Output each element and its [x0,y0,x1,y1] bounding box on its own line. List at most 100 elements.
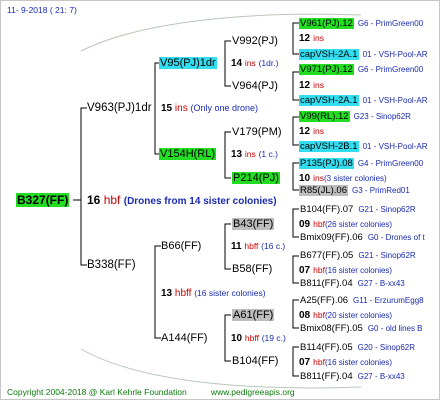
g4-note: (19 c.) [261,333,286,343]
leaf-id: Bmix08(FF).05 [300,323,363,334]
node-gg4[interactable]: P214(PJ) [232,171,280,185]
g2-id: V154H(RL) [159,148,217,160]
leaf-gen-suffix: hbf [313,310,325,320]
p2-suf: hbff [174,288,192,299]
leaf-row[interactable]: B811(FF).04 G27 - B-xx43 [299,276,405,291]
leaf-id: V99(RL).12 [299,111,350,122]
leaf-row[interactable]: B811(FF).04 G27 - B-xx43 [299,369,405,384]
node-gg1[interactable]: V992(PJ) [232,34,278,48]
g1-note: (1dr.) [258,58,279,68]
leaf-row[interactable]: B677(FF).05 G21 - Sinop62R [299,248,416,263]
gg5-id: B43(FF) [232,218,275,230]
leaf-id: B114(FF).05 [300,342,353,353]
leaf-id: B104(FF).07 [300,204,354,215]
leaf-gen-num: 12 [299,33,311,44]
node-gg2[interactable]: V964(PJ) [232,79,278,93]
leaf-id: B811(FF).04 [300,278,353,289]
leaf-row[interactable]: capVSH-2A.1 01 - VSH-Pool-AR [299,93,427,108]
leaf-row[interactable]: B104(FF).07 G21 - Sinop62R [299,202,416,217]
root-gen-suffix: hbf [103,193,121,207]
leaf-row[interactable]: 07 hbf(16 sister colonies) [299,355,392,370]
node-gg6[interactable]: B58(FF) [232,262,272,276]
g2-num: 13 [231,149,243,160]
pedigree-chart: { "header": { "date": "11- 9-2018 ( 21: … [0,0,440,400]
leaf-row[interactable]: V961(PJ).12 G6 - PrimGreen00 [299,16,423,31]
leaf-row[interactable]: R85(JL).06 G3 - PrimRed01 [299,183,410,198]
leaf-gen-num: 07 [299,265,311,276]
leaf-id: A25(FF).06 [300,295,349,306]
node-g4[interactable]: A144(FF) [161,331,207,345]
node-gg5[interactable]: B43(FF) [232,217,275,231]
p1-num: 15 [161,103,173,114]
leaf-note: (3 sister colonies) [324,174,387,183]
leaf-info: 01 - VSH-Pool-AR [362,96,428,105]
leaf-id: V971(PJ).12 [299,64,354,75]
leaf-gen-num: 07 [299,357,311,368]
leaf-info: 01 - VSH-Pool-AR [362,50,428,59]
root-note: (Drones from 14 sister colonies) [123,196,277,207]
leaf-gen-suffix: hbf [313,219,325,229]
leaf-row[interactable]: V99(RL).12 G23 - Sinop62R [299,109,411,124]
leaf-info: G6 - PrimGreen00 [357,19,424,28]
leaf-gen-suffix: ins [313,80,324,90]
node-p1-gen: 15 ins (Only one drone) [161,101,258,116]
leaf-note: (20 sister colonies) [324,311,393,320]
leaf-info: G27 - B-xx43 [357,372,405,381]
node-p1[interactable]: V963(PJ)1dr [87,101,152,115]
node-p2[interactable]: B338(FF) [87,258,136,272]
leaf-id: B811(FF).04 [300,371,353,382]
g1-num: 14 [231,58,243,69]
g4-num: 10 [231,333,243,344]
leaf-id: B677(FF).05 [300,250,354,261]
node-gg7[interactable]: A61(FF) [232,308,275,322]
leaf-info: G6 - PrimGreen00 [357,65,424,74]
leaf-gen-num: 09 [299,219,311,230]
leaf-note: (16 sister colonies) [324,358,393,367]
leaf-info: 01 - VSH-Pool-AR [362,142,428,151]
leaf-info: G0 - old lines B [367,324,423,333]
leaf-row[interactable]: capVSH-2B.1 01 - VSH-Pool-AR [299,139,427,154]
g2-note: (1 c.) [258,149,278,159]
leaf-info: G11 - ErzurumEgg8 [353,296,424,305]
p2-num: 13 [161,288,173,299]
leaf-id: Bmix09(FF).06 [300,232,363,243]
p1-suf: ins [174,103,188,114]
leaf-info: G27 - B-xx43 [357,279,405,288]
g1-id: V95(PJ)1dr [159,57,217,69]
leaf-row[interactable]: capVSH-2A.1 01 - VSH-Pool-AR [299,47,427,62]
site-link[interactable]: www.pedigreeapis.org [211,385,295,399]
leaf-info: G20 - Sinop62R [357,343,415,352]
leaf-row[interactable]: V971(PJ).12 G6 - PrimGreen00 [299,62,423,77]
leaf-gen-num: 08 [299,310,311,321]
leaf-gen-num: 12 [299,126,311,137]
g3-num: 11 [231,241,242,252]
root-node[interactable]: B327(FF) [16,193,70,207]
leaf-row[interactable]: 12 ins [299,78,324,93]
node-g3-gen: 11 hbff (16 c.) [231,239,285,254]
leaf-id: capVSH-2B.1 [299,141,359,152]
leaf-info: G0 - Drones of t [367,233,425,242]
leaf-info: G3 - PrimRed01 [352,186,410,195]
node-gg8[interactable]: B104(FF) [232,354,278,368]
leaf-info: G23 - Sinop62R [353,112,411,121]
leaf-row[interactable]: B114(FF).05 G20 - Sinop62R [299,340,415,355]
leaf-row[interactable]: A25(FF).06 G11 - ErzurumEgg8 [299,293,424,308]
leaf-info: G21 - Sinop62R [358,205,416,214]
leaf-row[interactable]: Bmix09(FF).06 G0 - Drones of t [299,230,425,245]
date-stamp: 11- 9-2018 ( 21: 7) [7,5,77,15]
node-g3[interactable]: B66(FF) [161,239,201,253]
leaf-row[interactable]: 12 ins [299,31,324,46]
node-g1-gen: 14 ins (1dr.) [231,56,278,71]
leaf-row[interactable]: 12 ins [299,124,324,139]
node-gg3[interactable]: V179(PM) [232,125,282,139]
p1-note: (Only one drone) [190,103,259,113]
leaf-gen-suffix: hbf [313,265,325,275]
node-g2-gen: 13 ins (1 c.) [231,147,278,162]
leaf-row[interactable]: P135(PJ).08 G4 - PrimGreen00 [299,156,423,171]
node-g4-gen: 10 hbff (19 c.) [231,331,286,346]
node-g1[interactable]: V95(PJ)1dr [159,56,217,70]
leaf-row[interactable]: Bmix08(FF).05 G0 - old lines B [299,321,423,336]
node-g2[interactable]: V154H(RL) [159,147,217,161]
g3-suf: hbff [244,241,259,251]
leaf-id: R85(JL).06 [299,185,348,196]
